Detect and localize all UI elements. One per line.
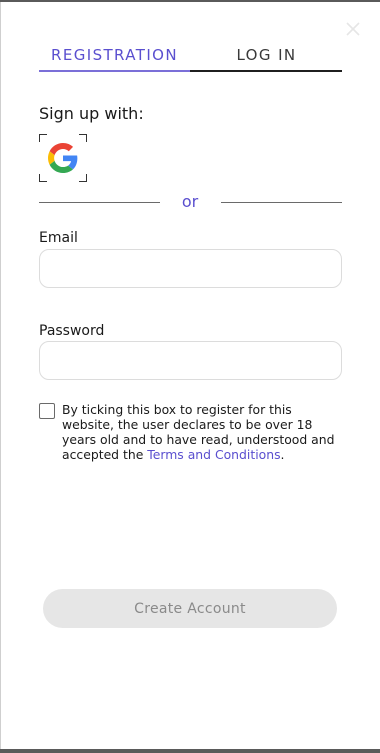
divider-or: or <box>181 192 199 211</box>
tab-login[interactable]: LOG IN <box>191 46 342 70</box>
consent-text-end: . <box>280 447 285 462</box>
sheet-edge <box>0 2 1 749</box>
tab-registration[interactable]: REGISTRATION <box>39 46 190 70</box>
consent-checkbox[interactable] <box>39 403 55 419</box>
password-label: Password <box>39 323 105 339</box>
terms-link[interactable]: Terms and Conditions <box>147 447 280 462</box>
divider-left <box>39 202 160 203</box>
email-label: Email <box>39 230 78 246</box>
tab-divider-line <box>190 70 342 72</box>
consent-text: By ticking this box to register for this… <box>62 402 347 462</box>
close-button[interactable] <box>344 20 362 38</box>
email-field[interactable] <box>39 249 342 288</box>
tab-active-indicator <box>39 70 190 72</box>
close-icon <box>346 22 360 36</box>
signup-with-label: Sign up with: <box>39 104 144 123</box>
create-account-button[interactable]: Create Account <box>43 589 337 628</box>
password-field[interactable] <box>39 341 342 380</box>
auth-tabs: REGISTRATION LOG IN <box>39 46 342 73</box>
registration-sheet: REGISTRATION LOG IN Sign up with: or Ema… <box>0 2 380 749</box>
google-signup-button[interactable] <box>39 134 87 182</box>
google-icon <box>48 143 78 173</box>
divider-right <box>221 202 342 203</box>
